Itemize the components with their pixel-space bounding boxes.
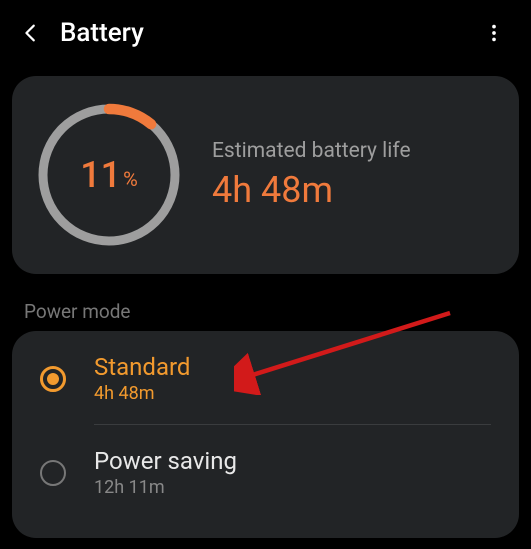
power-mode-section-label: Power mode bbox=[24, 300, 531, 323]
page-title: Battery bbox=[60, 18, 483, 48]
est-life-value: 4h 48m bbox=[212, 169, 411, 211]
mode-row-power-saving[interactable]: Power saving12h 11m bbox=[12, 429, 519, 512]
mode-subtext: 12h 11m bbox=[94, 477, 237, 498]
power-mode-list: Standard4h 48m Power saving12h 11m bbox=[12, 331, 519, 538]
mode-row-standard[interactable]: Standard4h 48m bbox=[12, 335, 519, 418]
battery-percent-symbol: % bbox=[123, 167, 138, 191]
mode-name: Power saving bbox=[94, 447, 237, 475]
mode-subtext: 4h 48m bbox=[94, 383, 190, 404]
divider bbox=[94, 424, 491, 425]
mode-name: Standard bbox=[94, 353, 190, 381]
battery-percent-number: 11 bbox=[80, 154, 121, 196]
radio-icon bbox=[40, 366, 66, 392]
more-icon[interactable] bbox=[483, 22, 505, 44]
battery-ring: 11 % bbox=[34, 100, 184, 250]
battery-summary-card: 11 % Estimated battery life 4h 48m bbox=[12, 76, 519, 274]
radio-icon bbox=[40, 460, 66, 486]
est-life-label: Estimated battery life bbox=[212, 139, 411, 163]
back-icon[interactable] bbox=[20, 22, 42, 44]
